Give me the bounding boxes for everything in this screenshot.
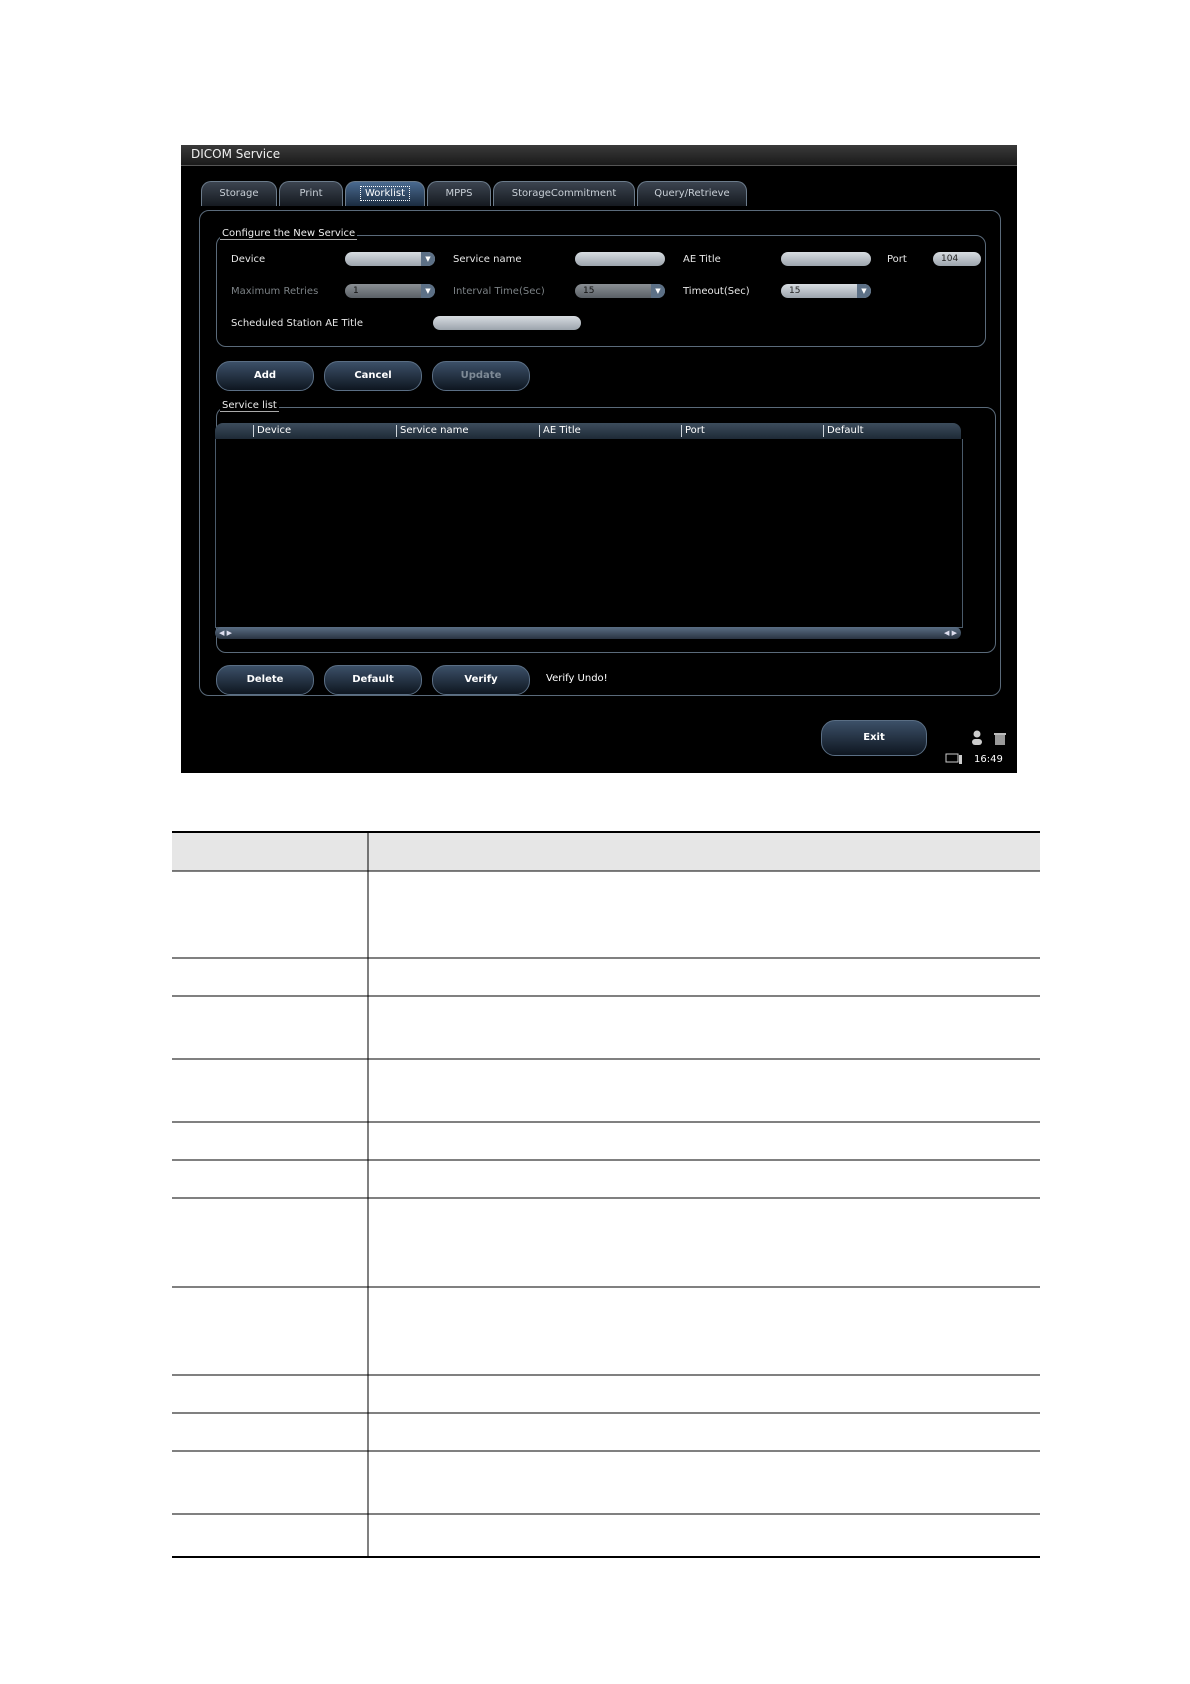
monitor-icon [945,753,962,764]
device-label: Device [231,254,266,265]
horizontal-scrollbar[interactable]: ◀ ▶ ◀ ▶ [215,627,961,639]
chevron-down-icon: ▼ [857,284,871,298]
tab-mpps[interactable]: MPPS [427,181,491,206]
cancel-button[interactable]: Cancel [324,361,422,391]
table-header [172,832,1040,871]
ae-title-label: AE Title [683,254,721,265]
clock: 16:49 [974,754,1003,765]
service-list-header: Device Service name AE Title Port Defaul… [215,423,961,439]
configure-group: Configure the New Service Device ▼ Servi… [216,228,986,347]
tab-query-retrieve[interactable]: Query/Retrieve [637,181,747,206]
trash-icon[interactable] [993,732,1007,746]
interval-label: Interval Time(Sec) [453,286,545,297]
worklist-panel: Configure the New Service Device ▼ Servi… [199,210,1001,696]
user-icon [972,730,982,745]
scroll-left-icon[interactable]: ◀ ▶ [219,627,232,639]
service-name-input[interactable] [575,252,665,266]
service-list-body[interactable] [215,439,963,628]
timeout-label: Timeout(Sec) [683,286,750,297]
chevron-down-icon: ▼ [421,252,435,266]
device-select[interactable]: ▼ [345,252,435,266]
window-titlebar: DICOM Service [181,145,1017,166]
configure-legend: Configure the New Service [220,228,358,240]
port-label: Port [887,254,907,265]
exit-button[interactable]: Exit [821,720,927,756]
tab-storage[interactable]: Storage [201,181,277,206]
tab-storage-commitment[interactable]: StorageCommitment [493,181,635,206]
scheduled-ae-label: Scheduled Station AE Title [231,318,363,329]
column-device[interactable]: Device [253,425,291,437]
scheduled-ae-input[interactable] [433,316,581,330]
column-ae-title[interactable]: AE Title [539,425,581,437]
window-title: DICOM Service [191,147,281,161]
dicom-service-screen: DICOM Service Storage Print Worklist MPP… [181,145,1017,773]
column-service-name[interactable]: Service name [396,425,469,437]
verify-button[interactable]: Verify [432,665,530,695]
port-input[interactable]: 104 [933,252,981,266]
chevron-down-icon: ▼ [651,284,665,298]
service-name-label: Service name [453,254,522,265]
max-retries-label: Maximum Retries [231,286,319,297]
delete-button[interactable]: Delete [216,665,314,695]
timeout-select[interactable]: 15 ▼ [781,284,871,298]
column-port[interactable]: Port [681,425,705,437]
column-default[interactable]: Default [823,425,864,437]
ae-title-input[interactable] [781,252,871,266]
tab-worklist[interactable]: Worklist [345,181,425,206]
max-retries-select[interactable]: 1 ▼ [345,284,435,298]
scroll-right-icon[interactable]: ◀ ▶ [944,627,957,639]
verify-status: Verify Undo! [546,673,608,684]
update-button[interactable]: Update [432,361,530,391]
interval-select[interactable]: 15 ▼ [575,284,665,298]
default-button[interactable]: Default [324,665,422,695]
add-button[interactable]: Add [216,361,314,391]
service-list-legend: Service list [220,400,279,412]
tab-print[interactable]: Print [279,181,343,206]
chevron-down-icon: ▼ [421,284,435,298]
